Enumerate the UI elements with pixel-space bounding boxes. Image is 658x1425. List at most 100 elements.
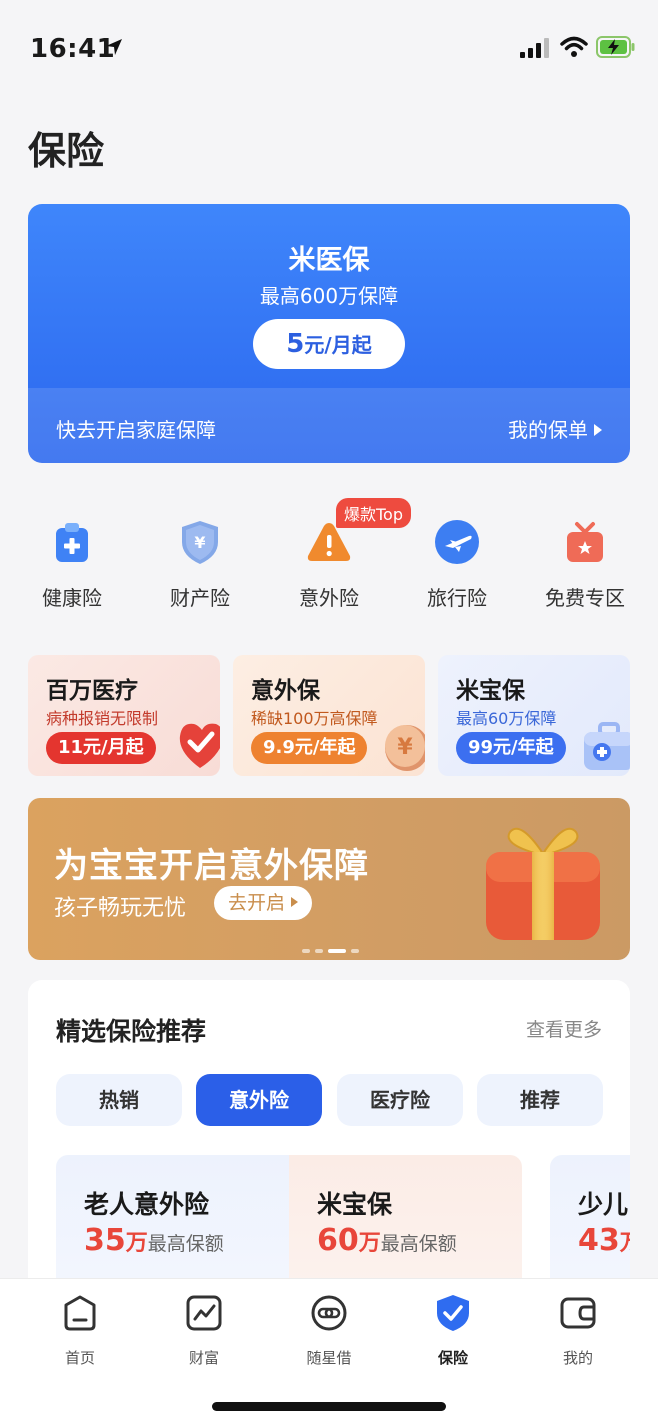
product-title: 米宝保	[456, 678, 525, 704]
amount-number: 60	[317, 1223, 359, 1258]
free-gift-icon	[567, 522, 603, 562]
product-title: 意外保	[251, 678, 320, 704]
wallet-icon	[560, 1297, 596, 1329]
category-accident[interactable]: 意外险	[274, 518, 384, 611]
tabbar-label: 财富	[188, 1349, 219, 1367]
bottom-tab-bar: 首页 财富 随星借 保险 我的	[0, 1278, 658, 1425]
recommend-card-amount: 35万最高保额	[84, 1223, 224, 1258]
tab-recommend[interactable]: 推荐	[477, 1074, 603, 1126]
svg-text:¥: ¥	[397, 735, 413, 760]
coin-icon: ¥	[385, 725, 425, 771]
hero-price-number: 5	[286, 329, 305, 359]
hero-title: 米医保	[288, 245, 370, 276]
home-indicator	[212, 1402, 446, 1411]
tabbar-item-home[interactable]: 首页	[30, 1293, 130, 1368]
page-title: 保险	[28, 129, 105, 173]
pagination-dot	[315, 949, 323, 953]
tabbar-item-loan[interactable]: 随星借	[279, 1293, 379, 1368]
amount-unit: 万	[358, 1231, 381, 1256]
category-free[interactable]: 免费专区	[530, 518, 640, 611]
category-row: 健康险 ¥ 财产险 意外险 旅行险 免费专区 爆款Top	[0, 496, 658, 616]
status-time: 16:41	[30, 34, 116, 64]
tab-medical[interactable]: 医疗险	[337, 1074, 463, 1126]
health-clipboard-icon	[56, 523, 88, 562]
hero-price-unit: 元/月起	[304, 333, 372, 357]
tabbar-label: 首页	[64, 1349, 95, 1367]
product-card-baby[interactable]: 米宝保 最高60万保障 99元/年起	[438, 655, 630, 776]
svg-text:¥: ¥	[194, 533, 205, 552]
home-icon	[64, 1295, 96, 1331]
product-subtitle: 病种报销无限制	[46, 709, 159, 728]
amount-number: 43	[578, 1223, 620, 1258]
location-arrow-icon	[106, 39, 122, 55]
category-travel[interactable]: 旅行险	[402, 518, 512, 611]
chevron-right-icon	[594, 424, 602, 436]
battery-charging-icon	[596, 36, 635, 58]
hero-card[interactable]: 米医保 最高600万保障 5元/月起 快去开启家庭保障 我的保单	[28, 204, 630, 463]
pagination-dot	[302, 949, 310, 953]
my-policy-label: 我的保单	[508, 418, 588, 442]
chevron-right-icon	[291, 897, 299, 907]
hero-price-button[interactable]: 5元/月起	[253, 319, 405, 369]
product-card-medical[interactable]: 百万医疗 病种报销无限制 11元/月起	[28, 655, 220, 776]
gift-box-icon	[486, 827, 600, 940]
tabbar-item-insurance[interactable]: 保险	[403, 1293, 503, 1368]
cellular-signal-icon	[520, 38, 549, 58]
insurance-shield-icon	[437, 1295, 469, 1331]
property-shield-icon: ¥	[182, 521, 218, 564]
tabbar-label: 随星借	[306, 1349, 352, 1367]
tabbar-item-wealth[interactable]: 财富	[154, 1293, 254, 1368]
baby-accident-banner[interactable]: 为宝宝开启意外保障 孩子畅玩无忧 去开启	[28, 798, 630, 960]
banner-open-button[interactable]: 去开启	[214, 886, 313, 920]
wealth-chart-icon	[186, 1295, 222, 1331]
tab-hot[interactable]: 热销	[56, 1074, 182, 1126]
product-card-accident[interactable]: 意外保 稀缺100万高保障 9.9元/年起 ¥	[233, 655, 425, 776]
pagination-dot-active	[328, 949, 346, 953]
tab-accident[interactable]: 意外险	[196, 1074, 322, 1126]
hot-top-badge: 爆款Top	[336, 498, 412, 528]
pagination-dot	[351, 949, 359, 953]
category-label: 旅行险	[427, 586, 487, 610]
hero-footer: 快去开启家庭保障 我的保单	[28, 388, 630, 463]
banner-button-label: 去开启	[228, 892, 286, 914]
tabbar-label: 保险	[437, 1349, 468, 1367]
category-health[interactable]: 健康险	[17, 518, 127, 611]
product-title: 百万医疗	[46, 678, 138, 704]
amount-number: 35	[84, 1223, 126, 1258]
recommend-card-amount: 43万	[578, 1223, 630, 1258]
recommend-title: 精选保险推荐	[56, 1017, 207, 1046]
recommend-section: 精选保险推荐 查看更多 热销 意外险 医疗险 推荐 老人意外险 35万最高保额 …	[28, 980, 630, 1300]
product-price-pill: 11元/月起	[46, 732, 156, 764]
view-more-link[interactable]: 查看更多	[526, 1015, 602, 1042]
family-protection-link[interactable]: 快去开启家庭保障	[56, 414, 216, 443]
wifi-icon	[560, 36, 588, 57]
my-policy-link[interactable]: 我的保单	[508, 414, 602, 443]
category-label: 意外险	[299, 586, 359, 610]
tabbar-item-mine[interactable]: 我的	[528, 1293, 628, 1368]
product-price-pill: 99元/年起	[456, 732, 566, 764]
product-price-pill: 9.9元/年起	[251, 732, 368, 764]
category-property[interactable]: ¥ 财产险	[145, 518, 255, 611]
amount-unit: 万	[125, 1231, 148, 1256]
recommend-card-amount: 60万最高保额	[317, 1223, 457, 1258]
category-label: 免费专区	[545, 586, 625, 610]
first-aid-kit-icon	[584, 722, 630, 770]
banner-title: 为宝宝开启意外保障	[54, 846, 369, 886]
status-bar: 16:41	[0, 0, 658, 90]
hero-subtitle: 最高600万保障	[259, 284, 399, 308]
recommend-card-title: 米宝保	[317, 1190, 393, 1219]
travel-plane-icon	[435, 520, 479, 564]
loan-link-icon	[311, 1295, 347, 1331]
product-subtitle: 稀缺100万高保障	[251, 709, 378, 728]
amount-unit: 万	[620, 1231, 630, 1256]
amount-desc: 最高保额	[147, 1233, 224, 1255]
category-label: 健康险	[42, 586, 102, 610]
product-subtitle: 最高60万保障	[456, 709, 557, 728]
category-label: 财产险	[170, 586, 230, 610]
recommend-card-title: 少儿	[578, 1190, 629, 1219]
heart-check-icon	[179, 723, 220, 768]
amount-desc: 最高保额	[380, 1233, 457, 1255]
recommend-card-title: 老人意外险	[84, 1190, 210, 1219]
banner-subtitle: 孩子畅玩无忧	[54, 896, 187, 921]
banner-pagination	[302, 938, 364, 957]
